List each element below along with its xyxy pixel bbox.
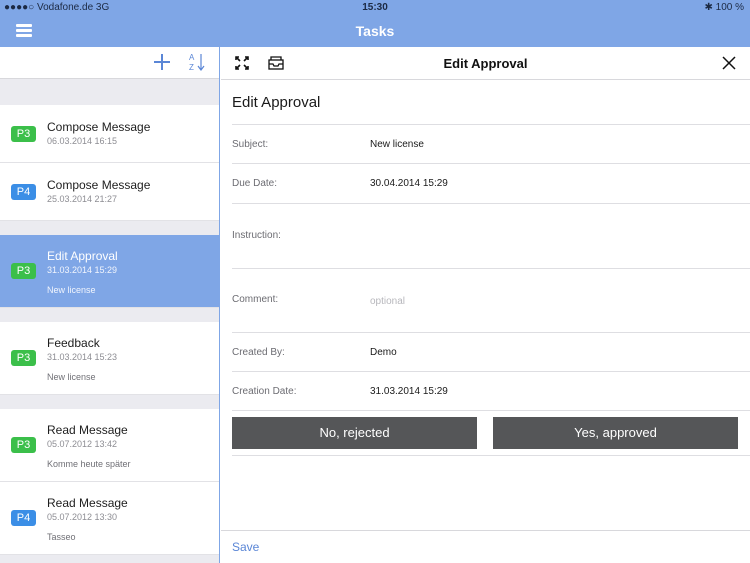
top-bar: ●●●●○ Vodafone.de 3G 15:30 ✱ 100 % Tasks: [0, 0, 750, 47]
divider: [232, 124, 750, 125]
detail-pane: Edit Approval Edit Approval Subject: New…: [221, 47, 750, 563]
detail-toolbar-title: Edit Approval: [443, 56, 528, 71]
divider: [232, 203, 750, 204]
task-row[interactable]: P3 Feedback 31.03.2014 15:23 New license: [0, 322, 219, 395]
task-title: Compose Message: [47, 120, 151, 134]
group-separator: [0, 308, 219, 322]
add-icon[interactable]: [154, 54, 170, 70]
due-date-label: Due Date:: [232, 178, 278, 189]
creation-date-value: 31.03.2014 15:29: [370, 386, 448, 397]
task-date: 31.03.2014 15:23: [47, 352, 118, 362]
reject-button[interactable]: No, rejected: [232, 417, 477, 449]
save-button[interactable]: Save: [232, 540, 259, 554]
approve-button[interactable]: Yes, approved: [493, 417, 738, 449]
svg-text:Z: Z: [189, 63, 194, 72]
task-date: 31.03.2014 15:29: [47, 265, 118, 275]
group-separator: [0, 79, 219, 105]
svg-text:A: A: [189, 53, 195, 62]
priority-badge: P3: [11, 437, 36, 453]
divider: [232, 268, 750, 269]
detail-toolbar: Edit Approval: [221, 47, 750, 80]
comment-label: Comment:: [232, 294, 279, 305]
divider: [232, 332, 750, 333]
comment-input[interactable]: [366, 292, 726, 310]
group-separator: [0, 221, 219, 235]
task-date: 25.03.2014 21:27: [47, 194, 118, 204]
task-date: 06.03.2014 16:15: [47, 136, 118, 146]
subject-value: New license: [370, 139, 424, 150]
subject-label: Subject:: [232, 139, 269, 150]
task-row[interactable]: P3 Compose Message 06.03.2014 16:15: [0, 105, 219, 163]
task-row[interactable]: P3 Read Message 05.07.2012 13:42 Komme h…: [0, 409, 219, 482]
divider: [232, 455, 750, 456]
task-date: 05.07.2012 13:42: [47, 439, 118, 449]
task-title: Feedback: [47, 336, 100, 350]
task-note: Komme heute später: [47, 459, 131, 469]
priority-badge: P4: [11, 184, 36, 200]
task-row[interactable]: P4 Read Message 05.07.2012 13:30 Tasseo: [0, 482, 219, 555]
page-title: Tasks: [355, 23, 395, 39]
task-note: Tasseo: [47, 532, 76, 542]
created-by-value: Demo: [370, 347, 397, 358]
task-date: 05.07.2012 13:30: [47, 512, 118, 522]
divider: [232, 371, 750, 372]
priority-badge: P3: [11, 126, 36, 142]
task-title: Compose Message: [47, 178, 151, 192]
task-row-selected[interactable]: P3 Edit Approval 31.03.2014 15:29 New li…: [0, 235, 219, 308]
created-by-label: Created By:: [232, 347, 285, 358]
instruction-label: Instruction:: [232, 230, 281, 241]
task-note: New license: [47, 372, 96, 382]
sort-az-icon[interactable]: A Z: [189, 52, 207, 72]
divider: [232, 163, 750, 164]
priority-badge: P3: [11, 350, 36, 366]
detail-bottom-bar: Save: [221, 530, 750, 563]
task-list-pane: A Z P3 Compose Message 06.03.2014 16:15 …: [0, 47, 220, 563]
task-title: Read Message: [47, 496, 128, 510]
close-icon[interactable]: [721, 55, 737, 71]
status-bar: ●●●●○ Vodafone.de 3G 15:30 ✱ 100 %: [0, 0, 750, 16]
task-title: Read Message: [47, 423, 128, 437]
priority-badge: P3: [11, 263, 36, 279]
battery-label: ✱ 100 %: [704, 2, 744, 13]
task-row[interactable]: P4 Compose Message 25.03.2014 21:27: [0, 163, 219, 221]
task-note: New license: [47, 285, 96, 295]
creation-date-label: Creation Date:: [232, 386, 297, 397]
group-separator: [0, 395, 219, 409]
task-list-toolbar: A Z: [0, 47, 219, 79]
due-date-value: 30.04.2014 15:29: [370, 178, 448, 189]
divider: [232, 410, 750, 411]
task-title: Edit Approval: [47, 249, 118, 263]
clock: 15:30: [362, 2, 388, 13]
form-title: Edit Approval: [232, 94, 321, 111]
priority-badge: P4: [11, 510, 36, 526]
